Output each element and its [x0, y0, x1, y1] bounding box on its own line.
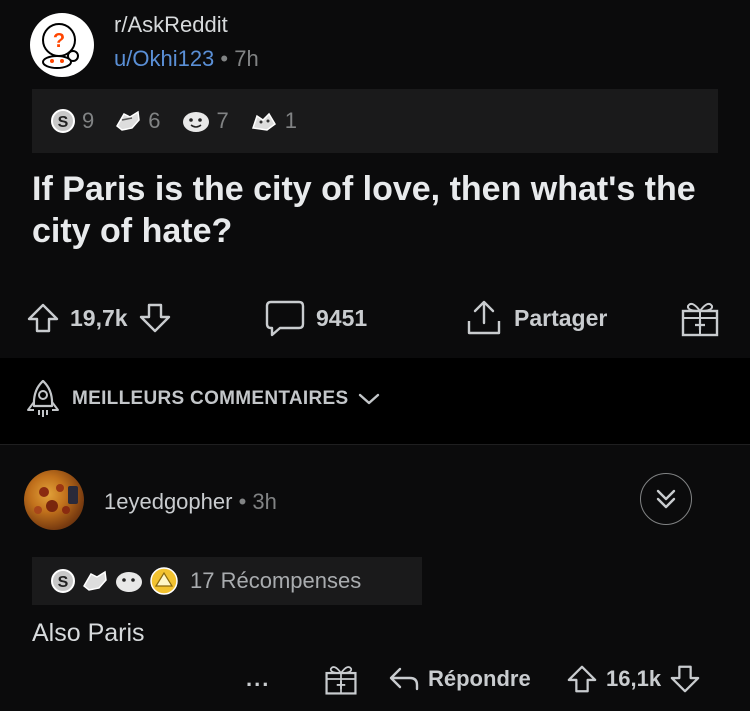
- comment-body: Also Paris: [32, 619, 145, 647]
- post-actions: 19,7k 9451 Partager: [0, 296, 750, 340]
- askreddit-logo-icon: ?: [42, 23, 79, 69]
- comment-author[interactable]: 1eyedgopher: [104, 489, 232, 514]
- comment-actions: ... Répondre 16,1k: [0, 659, 750, 699]
- post-score: 19,7k: [70, 304, 128, 331]
- post-age: 7h: [234, 46, 259, 71]
- award-count: 9: [82, 108, 95, 133]
- silver-award-icon: S: [51, 569, 75, 593]
- post-card: ? r/AskReddit u/Okhi123 • 7h S 9 6 7 1 I…: [0, 0, 750, 358]
- comment-score: 16,1k: [606, 666, 662, 691]
- comment-sort-bar: MEILLEURS COMMENTAIRES: [0, 358, 750, 445]
- svg-text:S: S: [58, 574, 69, 591]
- collapse-chevron-icon: [656, 489, 676, 509]
- comment-count: 9451: [316, 304, 368, 331]
- awards-count-label: 17 Récompenses: [190, 568, 362, 593]
- award-count: 7: [216, 108, 229, 133]
- award-gift-button[interactable]: [680, 296, 720, 340]
- helpful-award-icon: [116, 110, 141, 131]
- award-gift-button[interactable]: [324, 659, 358, 699]
- more-options-button[interactable]: ...: [246, 659, 270, 699]
- downvote-icon[interactable]: [669, 663, 701, 695]
- comment-meta: 1eyedgopher • 3h: [104, 489, 277, 515]
- upvote-icon[interactable]: [566, 663, 598, 695]
- share-button[interactable]: Partager: [464, 296, 607, 340]
- gift-icon: [681, 302, 719, 337]
- svg-text:?: ?: [53, 30, 65, 52]
- svg-text:S: S: [58, 114, 69, 131]
- meta-separator: •: [220, 46, 229, 71]
- award-helpful: 6: [114, 108, 161, 134]
- rocket-icon: [27, 379, 59, 417]
- sort-dropdown[interactable]: MEILLEURS COMMENTAIRES: [24, 378, 380, 420]
- comment-card: 1eyedgopher • 3h S 17 Récompenses Also P…: [0, 445, 750, 711]
- post-meta: u/Okhi123 • 7h: [114, 46, 259, 72]
- silver-award-icon: S: [51, 109, 75, 133]
- vote-group: 19,7k: [26, 296, 172, 340]
- comment-bubble-icon: [265, 300, 305, 337]
- wholesome-award-icon: [116, 572, 142, 592]
- award-hugz: 1: [249, 108, 297, 134]
- comments-button[interactable]: 9451: [264, 296, 367, 340]
- post-awards-bar[interactable]: S 9 6 7 1: [32, 89, 718, 153]
- chevron-down-icon: [359, 393, 380, 405]
- reply-label: Répondre: [428, 666, 531, 691]
- subreddit-name[interactable]: r/AskReddit: [114, 12, 228, 38]
- sort-label: MEILLEURS COMMENTAIRES: [72, 388, 349, 409]
- post-title[interactable]: If Paris is the city of love, then what'…: [32, 168, 722, 252]
- meta-separator: •: [238, 489, 247, 514]
- share-label: Partager: [514, 304, 608, 331]
- gold-award-icon: [150, 567, 178, 595]
- subreddit-avatar[interactable]: ?: [30, 13, 94, 77]
- hugz-award-icon: [251, 112, 276, 131]
- award-count: 1: [284, 108, 297, 133]
- avatar[interactable]: [24, 470, 84, 530]
- reply-arrow-icon: [389, 667, 419, 691]
- award-count: 6: [148, 108, 161, 133]
- wholesome-award-icon: [182, 112, 209, 132]
- share-icon: [467, 300, 501, 335]
- comment-awards-bar[interactable]: S 17 Récompenses: [32, 557, 422, 605]
- post-author[interactable]: u/Okhi123: [114, 46, 214, 71]
- helpful-award-icon: [83, 570, 107, 591]
- gift-icon: [325, 666, 357, 695]
- award-silver: S 9: [50, 108, 94, 134]
- comment-vote-group: 16,1k: [566, 659, 701, 699]
- comment-age: 3h: [252, 489, 277, 514]
- downvote-icon[interactable]: [138, 301, 172, 335]
- pizza-avatar-icon: [34, 484, 78, 514]
- reply-button[interactable]: Répondre: [388, 659, 531, 699]
- collapse-thread-button[interactable]: [640, 473, 692, 525]
- upvote-icon[interactable]: [26, 301, 60, 335]
- award-wholesome: 7: [181, 108, 229, 134]
